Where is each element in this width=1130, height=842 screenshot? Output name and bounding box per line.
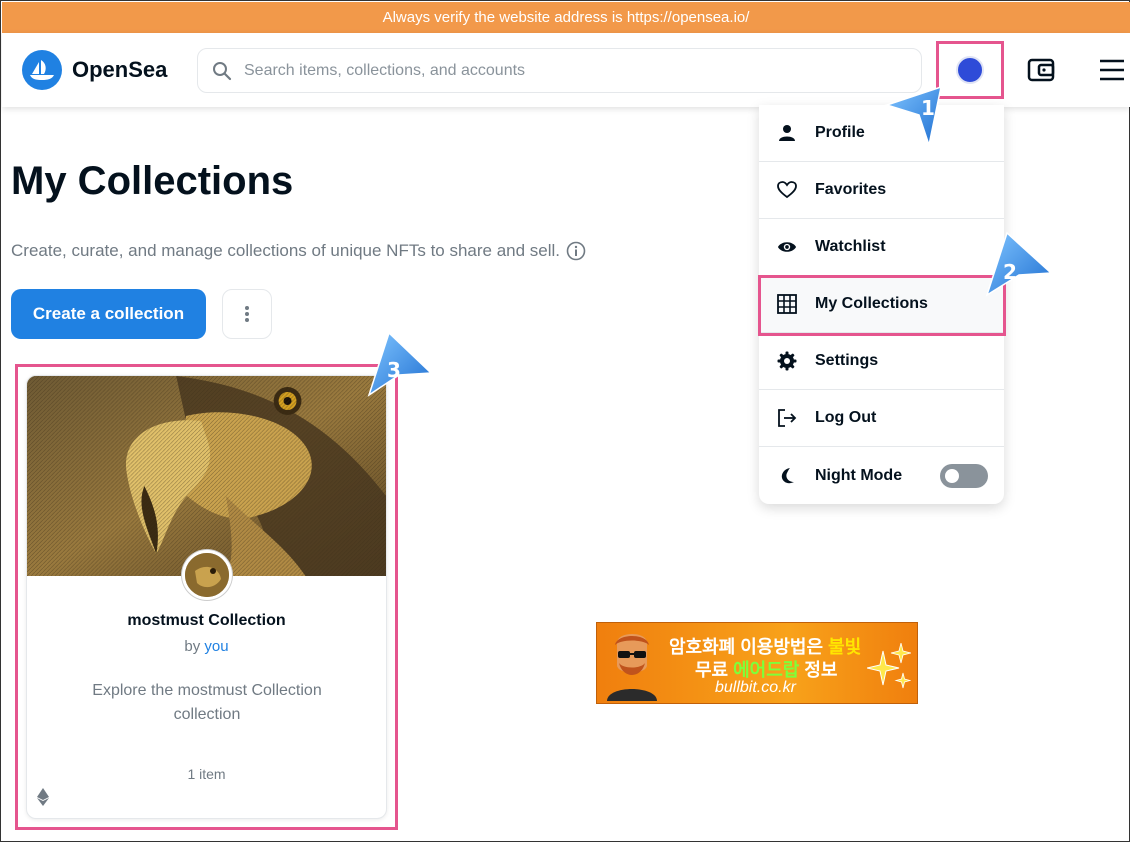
step-3-pointer: 3 [367, 331, 433, 397]
verify-address-banner: Always verify the website address is htt… [2, 2, 1130, 33]
night-mode-toggle[interactable] [940, 463, 988, 488]
hamburger-menu-icon[interactable] [1098, 57, 1126, 83]
menu-label: Settings [815, 352, 879, 369]
menu-label: Watchlist [815, 238, 886, 255]
subtitle-text: Create, curate, and manage collections o… [11, 241, 561, 260]
menu-item-my-collections[interactable]: My Collections [759, 276, 1004, 333]
wallet-icon[interactable] [1026, 55, 1056, 85]
collection-card[interactable]: mostmust Collection by you Explore the m… [26, 375, 387, 819]
collection-name: mostmust Collection [127, 612, 286, 629]
profile-dropdown-menu: Profile Favorites Watchlist My Collectio… [759, 105, 1004, 504]
menu-label: Log Out [815, 409, 877, 426]
info-icon[interactable] [566, 241, 586, 261]
menu-label: Night Mode [815, 466, 903, 484]
step-1-label: 1 [921, 96, 935, 120]
bullbit-ad-banner[interactable]: 암호화폐 이용방법은 불빛 무료 에어드랍 정보 bullbit.co.kr [596, 622, 918, 704]
person-icon [777, 123, 797, 143]
menu-item-log-out[interactable]: Log Out [759, 390, 1004, 447]
search-icon [213, 61, 232, 80]
search-input[interactable] [244, 61, 884, 80]
sparkle-icon [867, 643, 911, 689]
opensea-logo-link[interactable]: OpenSea [22, 49, 167, 91]
ad-subline-text-a: 무료 [695, 660, 734, 680]
toggle-knob [945, 468, 959, 483]
step-2-pointer: 2 [985, 231, 1053, 297]
collection-description: Explore the mostmust Collection collecti… [92, 682, 322, 723]
collection-banner-image [27, 376, 386, 576]
menu-label: Favorites [815, 181, 887, 198]
by-label: by [184, 638, 201, 655]
page-subtitle: Create, curate, and manage collections o… [11, 241, 586, 261]
top-navbar: OpenSea [2, 33, 1130, 107]
more-vertical-icon [245, 306, 249, 322]
step-3-label: 3 [387, 358, 401, 382]
man-with-sunglasses-icon [607, 634, 657, 701]
opensea-wordmark: OpenSea [72, 57, 168, 82]
heart-icon [777, 180, 797, 200]
ad-subline-text-c: 정보 [799, 660, 838, 680]
ad-url: bullbit.co.kr [715, 679, 796, 696]
ad-headline-highlight: 불빛 [828, 637, 862, 657]
moon-icon [777, 466, 797, 486]
ad-headline-text: 암호화폐 이용방법은 [669, 637, 829, 657]
menu-item-profile[interactable]: Profile [759, 105, 1004, 162]
grid-icon [777, 294, 797, 314]
more-options-button[interactable] [222, 289, 272, 339]
menu-item-favorites[interactable]: Favorites [759, 162, 1004, 219]
create-collection-button[interactable]: Create a collection [11, 289, 206, 339]
logout-icon [777, 408, 797, 428]
owner-link[interactable]: you [204, 638, 228, 655]
page-title: My Collections [11, 159, 294, 203]
collection-item-count: 1 item [187, 766, 226, 782]
ethereum-icon [37, 788, 49, 806]
search-bar[interactable] [197, 48, 922, 93]
menu-label: Profile [815, 124, 865, 141]
avatar [956, 56, 984, 84]
eye-icon [777, 237, 797, 257]
collection-owner: by you [27, 638, 386, 655]
menu-item-settings[interactable]: Settings [759, 333, 1004, 390]
ad-subline-highlight: 에어드랍 [733, 660, 800, 680]
screenshot-frame: Always verify the website address is htt… [0, 0, 1130, 842]
menu-label: My Collections [815, 295, 928, 312]
step-1-pointer: 1 [884, 85, 942, 148]
gear-icon [777, 351, 797, 371]
opensea-logo-icon [22, 50, 62, 90]
menu-item-watchlist[interactable]: Watchlist [759, 219, 1004, 276]
step-2-label: 2 [1003, 260, 1017, 284]
collection-avatar [182, 550, 232, 600]
menu-item-night-mode[interactable]: Night Mode [759, 447, 1004, 504]
